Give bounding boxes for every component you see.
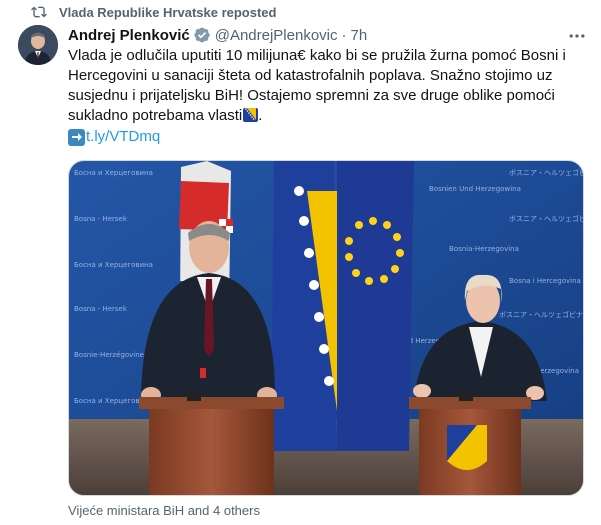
- right-podium: [409, 393, 531, 495]
- backdrop-text-1: Босна и Херцеговина: [74, 169, 153, 177]
- backdrop-text-4: Bosna - Hersek: [74, 215, 128, 223]
- author-name[interactable]: Andrej Plenković: [68, 27, 190, 44]
- verified-badge-icon: [194, 27, 210, 43]
- separator-dot: ·: [341, 26, 347, 44]
- avatar[interactable]: [18, 25, 58, 65]
- left-podium: [139, 393, 284, 495]
- author-handle[interactable]: @AndrejPlenkovic: [215, 27, 338, 44]
- media-caption[interactable]: Vijeće ministara BiH and 4 others: [68, 503, 260, 518]
- backdrop-text-2: Bosnien Und Herzegowina: [429, 185, 521, 193]
- bih-flag-icon: [243, 108, 259, 122]
- tweet-text: Vlada je odlučila uputiti 10 milijuna€ k…: [68, 47, 566, 124]
- tweet-link[interactable]: t.ly/VTDmq: [86, 127, 160, 147]
- backdrop-text-11: Bosnie-Herzégovine: [74, 351, 144, 359]
- backdrop-text-3: ボスニア・ヘルツェゴビナ: [509, 168, 584, 177]
- backdrop-text-6: Bosnia-Herzegovina: [449, 245, 519, 253]
- repost-header[interactable]: Vlada Republike Hrvatske reposted: [31, 2, 276, 22]
- backdrop-text-5: ボスニア・ヘルツェゴビナ: [509, 214, 584, 223]
- link-line: t.ly/VTDmq: [68, 127, 160, 147]
- right-arrow-icon: [68, 128, 85, 146]
- backdrop-text-7: Босна и Херцеговина: [74, 261, 153, 269]
- tweet-image[interactable]: Босна и Херцеговина Bosnien Und Herzegow…: [68, 160, 584, 496]
- more-options-icon[interactable]: [567, 26, 587, 46]
- tweet-header: Andrej Plenković @AndrejPlenkovic · 7h: [68, 25, 367, 45]
- backdrop-text-8: Bosna i Hercegovina: [509, 277, 581, 285]
- backdrop-text-10: ボスニア・ヘルツェゴビナ: [499, 310, 583, 319]
- repost-icon: [31, 6, 47, 18]
- timestamp[interactable]: 7h: [351, 27, 368, 44]
- tweet-body: Vlada je odlučila uputiti 10 milijuna€ k…: [68, 47, 566, 124]
- repost-label: Vlada Republike Hrvatske reposted: [59, 4, 277, 20]
- backdrop-text-9: Bosna - Hersek: [74, 305, 128, 313]
